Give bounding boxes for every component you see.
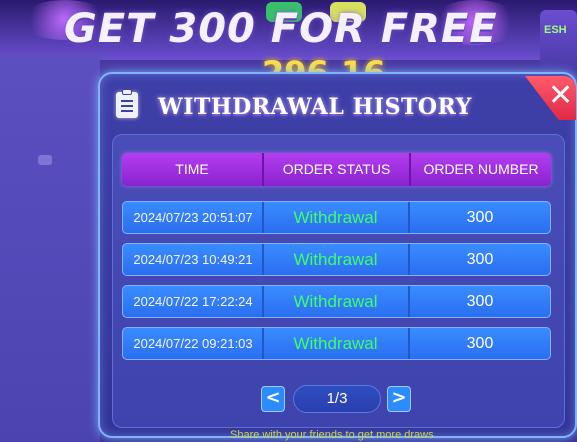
page-indicator: 1/3: [293, 385, 381, 413]
header-order-status: ORDER STATUS: [282, 161, 391, 177]
row-order-number: 300: [466, 335, 494, 352]
table-row: 2024/07/22 09:21:03 Withdrawal 300: [122, 327, 551, 360]
row-time: 2024/07/22 09:21:03: [133, 336, 253, 351]
background-left-handle: [38, 155, 52, 165]
row-order-number: 300: [466, 209, 494, 226]
table-header: TIME ORDER STATUS ORDER NUMBER: [122, 153, 551, 186]
background-left-panel: [0, 55, 100, 442]
dialog-title: WITHDRAWAL HISTORY: [158, 94, 472, 120]
withdrawal-history-dialog: WITHDRAWAL HISTORY ✕ TIME ORDER STATUS O…: [98, 72, 577, 438]
row-status: Withdrawal: [293, 208, 378, 227]
clipboard-icon: [116, 89, 138, 118]
table-row: 2024/07/22 17:22:24 Withdrawal 300: [122, 285, 551, 318]
close-button[interactable]: ✕: [524, 76, 576, 120]
next-page-button[interactable]: >: [387, 386, 411, 412]
row-time: 2024/07/23 10:49:21: [133, 252, 253, 267]
row-order-number: 300: [466, 293, 494, 310]
side-promo-icon[interactable]: ESH: [540, 10, 577, 70]
promo-banner-text: GET 300 FOR FREE: [64, 6, 498, 52]
row-status: Withdrawal: [293, 334, 378, 353]
prev-page-button[interactable]: <: [261, 386, 285, 412]
header-time: TIME: [175, 161, 209, 177]
row-time: 2024/07/23 20:51:07: [133, 210, 253, 225]
close-icon: ✕: [548, 78, 574, 113]
table-row: 2024/07/23 10:49:21 Withdrawal 300: [122, 243, 551, 276]
row-order-number: 300: [466, 251, 494, 268]
row-time: 2024/07/22 17:22:24: [133, 294, 253, 309]
footer-hint: Share with your friends to get more draw…: [230, 429, 434, 441]
table-row: 2024/07/23 20:51:07 Withdrawal 300: [122, 201, 551, 234]
row-status: Withdrawal: [293, 250, 378, 269]
row-status: Withdrawal: [293, 292, 378, 311]
header-order-number: ORDER NUMBER: [423, 161, 539, 177]
